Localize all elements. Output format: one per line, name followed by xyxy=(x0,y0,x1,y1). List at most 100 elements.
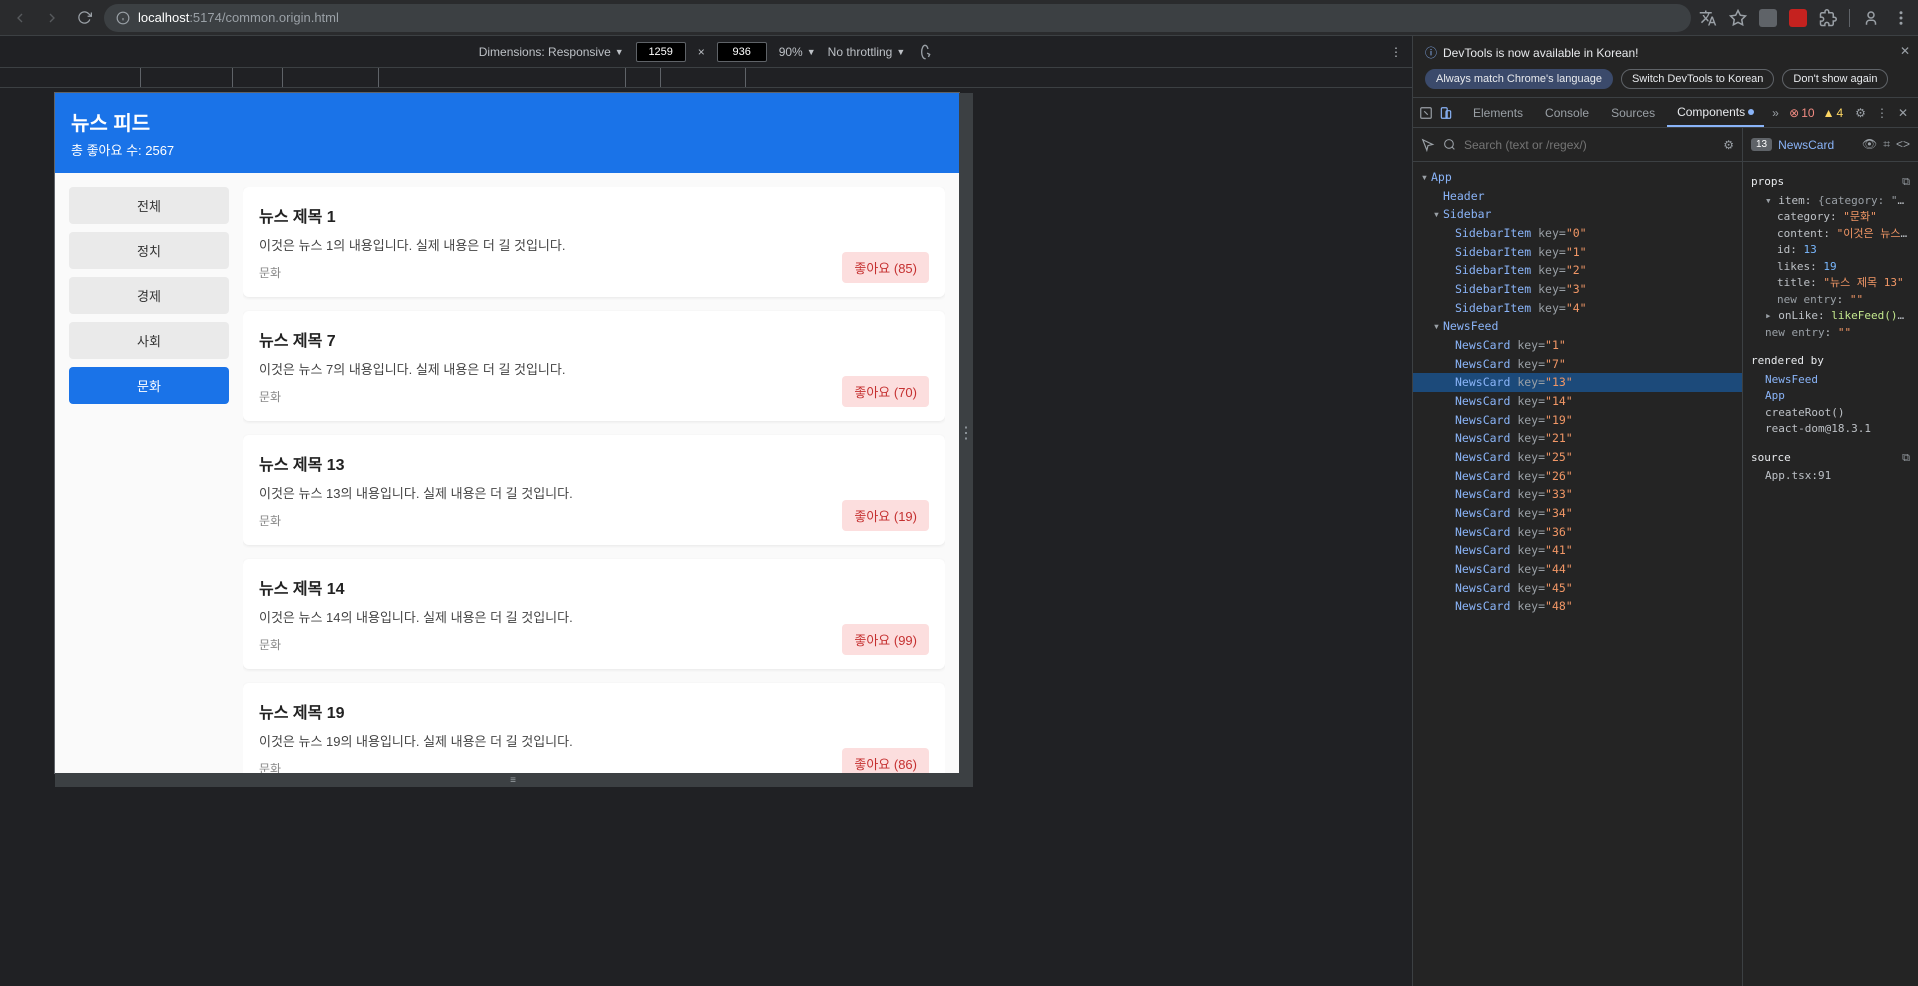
star-icon[interactable] xyxy=(1729,9,1747,27)
tree-row[interactable]: NewsCard key="1" xyxy=(1413,336,1742,355)
rendered-by-label: rendered by xyxy=(1751,353,1824,370)
dimensions-dropdown[interactable]: Dimensions: Responsive ▼ xyxy=(479,45,624,59)
banner-dismiss-button[interactable]: Don't show again xyxy=(1782,69,1888,89)
resize-handle-bottom[interactable] xyxy=(55,773,973,787)
like-button[interactable]: 좋아요 (85) xyxy=(842,252,929,283)
resize-handle-right[interactable] xyxy=(959,93,973,773)
device-toggle-icon[interactable] xyxy=(1439,106,1453,120)
tab-sources[interactable]: Sources xyxy=(1601,98,1665,127)
tree-row[interactable]: NewsCard key="13" xyxy=(1413,373,1742,392)
profile-icon[interactable] xyxy=(1862,9,1880,27)
news-card: 뉴스 제목 19 이것은 뉴스 19의 내용입니다. 실제 내용은 더 길 것입니… xyxy=(243,683,945,773)
components-tree[interactable]: ▾AppHeader▾SidebarSidebarItem key="0"Sid… xyxy=(1413,162,1742,986)
tree-row[interactable]: SidebarItem key="1" xyxy=(1413,243,1742,262)
props-section-label: props xyxy=(1751,174,1784,191)
like-button[interactable]: 좋아요 (86) xyxy=(842,748,929,773)
tree-row[interactable]: ▾App xyxy=(1413,168,1742,187)
sidebar-item[interactable]: 경제 xyxy=(69,277,229,314)
app-feed[interactable]: 뉴스 제목 1이것은 뉴스 1의 내용입니다. 실제 내용은 더 길 것입니다.… xyxy=(243,187,945,773)
tree-row[interactable]: ▾NewsFeed xyxy=(1413,317,1742,336)
inspect-element-icon[interactable] xyxy=(1421,138,1435,152)
like-button[interactable]: 좋아요 (19) xyxy=(842,500,929,531)
props-header: 13 NewsCard 👁 ⌗ <> xyxy=(1743,128,1918,162)
sidebar-item[interactable]: 문화 xyxy=(69,367,229,404)
tree-row[interactable]: NewsCard key="25" xyxy=(1413,448,1742,467)
tree-row[interactable]: NewsCard key="14" xyxy=(1413,392,1742,411)
back-button[interactable] xyxy=(8,6,32,30)
tree-row[interactable]: NewsCard key="34" xyxy=(1413,504,1742,523)
news-category: 문화 xyxy=(259,388,929,405)
extensions-icon[interactable] xyxy=(1819,9,1837,27)
news-content: 이것은 뉴스 7의 내용입니다. 실제 내용은 더 길 것입니다. xyxy=(259,359,929,378)
bug-icon[interactable]: ⌗ xyxy=(1883,137,1890,152)
rotate-icon[interactable] xyxy=(917,44,933,60)
tree-row[interactable]: NewsCard key="48" xyxy=(1413,597,1742,616)
inspect-icon[interactable] xyxy=(1419,106,1433,120)
tree-row[interactable]: NewsCard key="7" xyxy=(1413,355,1742,374)
browser-toolbar: localhost:5174/common.origin.html xyxy=(0,0,1918,36)
like-button[interactable]: 좋아요 (70) xyxy=(842,376,929,407)
copy-icon[interactable]: ⧉ xyxy=(1902,174,1910,191)
news-card: 뉴스 제목 7이것은 뉴스 7의 내용입니다. 실제 내용은 더 길 것입니다.… xyxy=(243,311,945,421)
tree-row[interactable]: SidebarItem key="3" xyxy=(1413,280,1742,299)
settings-icon[interactable]: ⚙ xyxy=(1851,106,1870,120)
tree-row[interactable]: NewsCard key="45" xyxy=(1413,579,1742,598)
reload-button[interactable] xyxy=(72,6,96,30)
tree-row[interactable]: Header xyxy=(1413,187,1742,206)
tree-row[interactable]: NewsCard key="41" xyxy=(1413,541,1742,560)
banner-close-icon[interactable]: ✕ xyxy=(1900,44,1910,58)
tree-row[interactable]: NewsCard key="36" xyxy=(1413,523,1742,542)
banner-switch-lang-button[interactable]: Switch DevTools to Korean xyxy=(1621,69,1774,89)
resize-handle-corner[interactable] xyxy=(959,773,973,787)
devtools-tabs: Elements Console Sources Components » ⊗ … xyxy=(1413,98,1918,128)
tree-row[interactable]: SidebarItem key="0" xyxy=(1413,224,1742,243)
error-count[interactable]: ⊗ 10 xyxy=(1789,106,1814,120)
info-icon xyxy=(116,11,130,25)
extension-icon-1[interactable] xyxy=(1759,9,1777,27)
news-category: 문화 xyxy=(259,636,929,653)
tree-row[interactable]: ▾Sidebar xyxy=(1413,205,1742,224)
extension-icon-2[interactable] xyxy=(1789,9,1807,27)
device-toolbar-menu[interactable]: ⋮ xyxy=(1390,45,1402,59)
devtools-menu-icon[interactable]: ⋮ xyxy=(1872,106,1892,120)
tab-elements[interactable]: Elements xyxy=(1463,98,1533,127)
menu-icon[interactable] xyxy=(1892,9,1910,27)
tab-console[interactable]: Console xyxy=(1535,98,1599,127)
tree-row[interactable]: NewsCard key="44" xyxy=(1413,560,1742,579)
tree-row[interactable]: NewsCard key="26" xyxy=(1413,467,1742,486)
height-input[interactable] xyxy=(717,42,767,62)
tree-row[interactable]: NewsCard key="19" xyxy=(1413,411,1742,430)
news-card: 뉴스 제목 14이것은 뉴스 14의 내용입니다. 실제 내용은 더 길 것입니… xyxy=(243,559,945,669)
devtools-close-icon[interactable]: ✕ xyxy=(1894,106,1912,120)
source-label: source xyxy=(1751,450,1791,467)
warning-count[interactable]: ▲ 4 xyxy=(1823,106,1844,120)
translate-icon[interactable] xyxy=(1699,9,1717,27)
sidebar-item[interactable]: 전체 xyxy=(69,187,229,224)
throttling-dropdown[interactable]: No throttling ▼ xyxy=(828,45,906,59)
components-search-input[interactable] xyxy=(1464,138,1715,152)
tree-row[interactable]: SidebarItem key="4" xyxy=(1413,299,1742,318)
news-title: 뉴스 제목 19 xyxy=(259,699,929,723)
tab-components[interactable]: Components xyxy=(1667,98,1764,127)
like-button[interactable]: 좋아요 (99) xyxy=(842,624,929,655)
news-title: 뉴스 제목 13 xyxy=(259,451,929,475)
tabs-overflow-icon[interactable]: » xyxy=(1766,106,1785,120)
news-content: 이것은 뉴스 19의 내용입니다. 실제 내용은 더 길 것입니다. xyxy=(259,731,929,750)
banner-match-lang-button[interactable]: Always match Chrome's language xyxy=(1425,69,1613,89)
eye-icon[interactable]: 👁 xyxy=(1862,137,1877,152)
device-toolbar: Dimensions: Responsive ▼ × 90% ▼ No thro… xyxy=(0,36,1412,68)
tree-row[interactable]: NewsCard key="33" xyxy=(1413,485,1742,504)
news-content: 이것은 뉴스 13의 내용입니다. 실제 내용은 더 길 것입니다. xyxy=(259,483,929,502)
source-icon[interactable]: <> xyxy=(1896,137,1910,152)
tree-row[interactable]: NewsCard key="21" xyxy=(1413,429,1742,448)
url-bar[interactable]: localhost:5174/common.origin.html xyxy=(104,4,1691,32)
width-input[interactable] xyxy=(636,42,686,62)
forward-button[interactable] xyxy=(40,6,64,30)
props-body[interactable]: props⧉ ▾ item: {category: "문화", cont… ca… xyxy=(1743,162,1918,986)
sidebar-item[interactable]: 사회 xyxy=(69,322,229,359)
zoom-dropdown[interactable]: 90% ▼ xyxy=(779,45,816,59)
tree-row[interactable]: SidebarItem key="2" xyxy=(1413,261,1742,280)
sidebar-item[interactable]: 정치 xyxy=(69,232,229,269)
components-settings-icon[interactable]: ⚙ xyxy=(1723,138,1734,152)
copy-icon[interactable]: ⧉ xyxy=(1902,450,1910,467)
